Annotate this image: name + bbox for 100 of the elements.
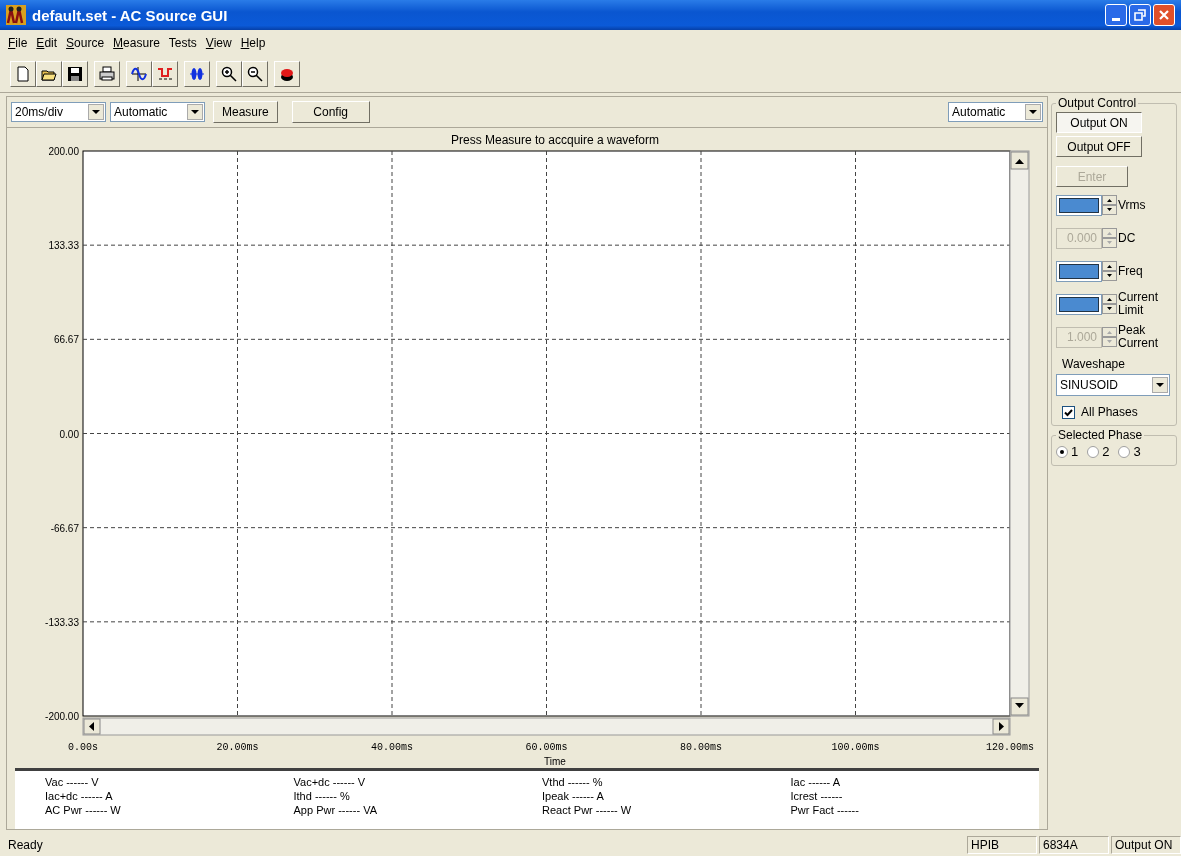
print-button[interactable] (94, 61, 120, 87)
window-title: default.set - AC Source GUI (32, 6, 229, 24)
reading-text: Iac ------ A (790, 775, 841, 789)
printer-icon (99, 66, 115, 82)
radio-button[interactable] (1118, 445, 1131, 458)
status-text: Ready (7, 837, 44, 854)
new-file-button[interactable] (10, 61, 36, 87)
vertical-scrollbar[interactable] (1009, 150, 1030, 717)
reading-text: Iac+dc ------ A (45, 789, 114, 803)
reading-text: AC Pwr ------ W (45, 803, 122, 817)
spin-buttons[interactable] (1102, 261, 1117, 281)
group-title: Output Control (1057, 96, 1138, 110)
dropdown-arrow-icon (1156, 382, 1164, 388)
spin-label: Peak Current (1117, 324, 1159, 350)
y-tick-label: 133.33 (48, 240, 79, 252)
group-title: Selected Phase (1057, 428, 1144, 442)
x-axis-label: Time (544, 756, 566, 767)
y-tick-label: -133.33 (45, 616, 79, 628)
pulse-icon (157, 66, 173, 82)
radio-label: 1 (1071, 444, 1079, 459)
y-tick-label: -200.00 (45, 711, 79, 722)
spin-buttons[interactable] (1102, 294, 1117, 314)
waveform-icon (131, 66, 147, 82)
status-text: HPIB (967, 836, 1037, 854)
radio-button[interactable] (1087, 445, 1100, 458)
dropdown-arrow-icon (92, 109, 100, 115)
zoom-in-icon (221, 66, 237, 82)
spin-field[interactable] (1056, 293, 1102, 315)
y-tick-label: 0.00 (59, 428, 79, 440)
menu-item[interactable]: View (201, 36, 236, 50)
x-tick-label: 100.00ms (831, 742, 880, 753)
horizontal-scrollbar[interactable] (82, 717, 1011, 736)
up-down-arrows-icon (1102, 261, 1117, 281)
spin-field[interactable] (1056, 260, 1102, 282)
zoom-out-button[interactable] (242, 61, 268, 87)
up-down-arrows-icon (1102, 195, 1117, 215)
open-button[interactable] (36, 61, 62, 87)
y-tick-label: 200.00 (48, 146, 79, 157)
spin-field[interactable] (1056, 194, 1102, 216)
dropdown-arrow-icon (191, 109, 199, 115)
minimize-button[interactable] (1105, 4, 1127, 26)
spin-label: Current Limit (1117, 291, 1159, 317)
zoom-in-button[interactable] (216, 61, 242, 87)
timebase-dropdown[interactable]: 20ms/div (11, 102, 106, 122)
reading-text: Vthd ------ % (542, 775, 604, 789)
reading-text: Pwr Fact ------ (790, 803, 860, 817)
x-tick-label: 80.00ms (680, 742, 722, 753)
output-button[interactable]: Output ON (1056, 112, 1142, 133)
reading-text: Icrest ------ (790, 789, 844, 803)
restore-button[interactable] (1129, 4, 1151, 26)
close-icon (1158, 9, 1170, 21)
menu-item[interactable]: Edit (32, 36, 62, 50)
checkbox-label: All Phases (1081, 405, 1138, 419)
checkbox[interactable] (1062, 405, 1075, 419)
menu-item[interactable]: Measure (109, 36, 164, 50)
menu-item[interactable]: Source (62, 36, 109, 50)
minimize-icon (1112, 17, 1120, 21)
menu-item[interactable]: Help (236, 36, 270, 50)
waveshape-label: Waveshape (1061, 357, 1126, 371)
toolbar-button[interactable]: Measure (213, 101, 278, 123)
reading-text: React Pwr ------ W (542, 803, 633, 817)
restore-icon (1134, 9, 1146, 21)
x-tick-label: 40.00ms (371, 742, 413, 753)
menu-item[interactable]: Tests (164, 36, 201, 50)
pulse-button[interactable] (152, 61, 178, 87)
status-text: 6834A (1039, 836, 1109, 854)
toolbar-button[interactable]: Config (291, 101, 370, 123)
x-tick-label: 0.00s (68, 742, 98, 753)
spin-label: Vrms (1117, 198, 1147, 212)
x-tick-label: 20.00ms (216, 742, 259, 753)
dome-button-icon (279, 66, 295, 82)
up-down-arrows-icon (1102, 327, 1117, 347)
menu-item[interactable]: File (4, 36, 32, 50)
spin-buttons[interactable] (1102, 195, 1117, 215)
radio-label: 2 (1102, 444, 1110, 459)
x-tick-label: 60.00ms (525, 742, 568, 753)
output-button[interactable]: Output OFF (1056, 136, 1142, 157)
scale-dropdown[interactable]: Automatic (948, 102, 1043, 122)
status-text: Output ON (1111, 836, 1181, 854)
y-tick-label: -66.67 (50, 522, 79, 534)
close-button[interactable] (1153, 4, 1175, 26)
waveform-button[interactable] (126, 61, 152, 87)
y-tick-label: 66.67 (53, 334, 79, 346)
radio-button[interactable] (1056, 445, 1068, 458)
dropdown-arrow-icon (1029, 109, 1037, 115)
up-down-arrows-icon (1102, 228, 1117, 248)
zoom-out-icon (247, 66, 263, 82)
waveform-pair-button[interactable] (184, 61, 210, 87)
trigger-dropdown[interactable]: Automatic (110, 102, 205, 122)
waveshape-dropdown[interactable]: SINUSOID (1056, 374, 1170, 396)
stop-button[interactable] (274, 61, 300, 87)
up-down-arrows-icon (1102, 294, 1117, 314)
reading-text: App Pwr ------ VA (293, 803, 379, 817)
app-icon (6, 5, 26, 25)
radio-label: 3 (1133, 444, 1141, 459)
x-tick-label: 120.00ms (986, 742, 1034, 753)
save-button[interactable] (62, 61, 88, 87)
reading-text: Ipeak ------ A (542, 789, 605, 803)
spin-label: DC (1117, 231, 1137, 245)
double-wave-icon (189, 66, 205, 82)
